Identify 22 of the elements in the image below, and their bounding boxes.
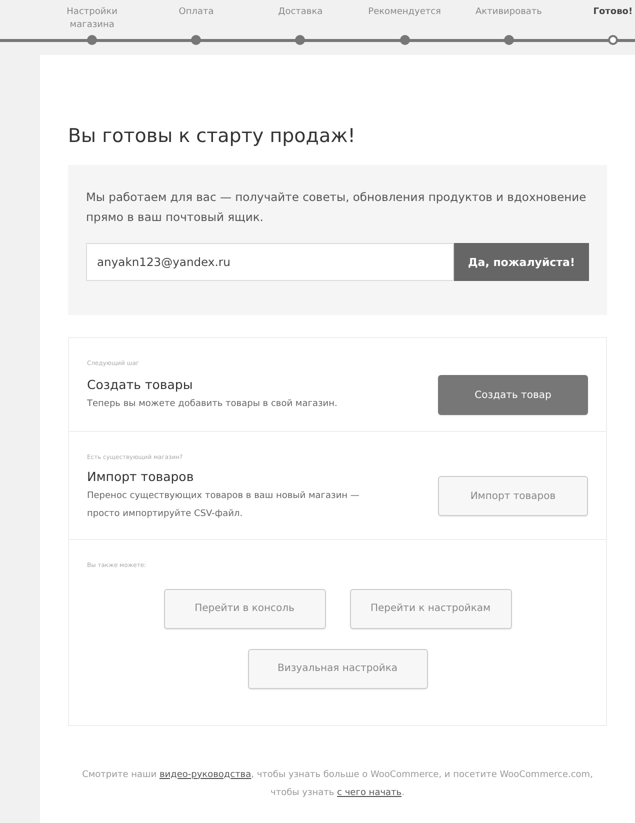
subscribe-button[interactable]: Да, пожалуйста! bbox=[454, 243, 589, 282]
step-title: Создать товары bbox=[87, 377, 194, 392]
step-label: Настройки магазина bbox=[66, 6, 118, 32]
newsletter-text: Мы работаем для вас — получайте советы, обновления продуктов и вдохновение прямо в ваш почтовый ящик. bbox=[86, 189, 588, 226]
step-label: Рекомендуется bbox=[367, 6, 442, 19]
link-button[interactable]: Визуальная настройка bbox=[248, 648, 428, 689]
step-label: Доставка bbox=[277, 6, 324, 19]
link-button[interactable]: Перейти к настройкам bbox=[350, 588, 512, 629]
action-button[interactable]: Создать товар bbox=[438, 375, 588, 416]
action-button[interactable]: Импорт товаров bbox=[438, 476, 588, 516]
link-button[interactable]: Перейти в консоль bbox=[164, 588, 326, 629]
footer-link[interactable]: видео-руководства bbox=[159, 770, 252, 780]
step-title: Импорт товаров bbox=[87, 469, 195, 484]
footer-link[interactable]: с чего начать bbox=[337, 788, 402, 798]
footer-text: Смотрите наши видео-руководства, чтобы узнать больше о WooCommerce, и посетите WooCommerce.com, чтобы узнать с чего начать. bbox=[81, 768, 594, 800]
step-label: Готово! bbox=[592, 6, 634, 19]
step-description: Перенос существующих товаров в ваш новый магазин — просто импортируйте CSV-файл. bbox=[87, 490, 360, 521]
step-label: Активировать bbox=[474, 6, 543, 19]
step-description: Теперь вы можете добавить товары в свой магазин. bbox=[87, 398, 338, 412]
email-field[interactable]: anyakn123@yandex.ru bbox=[86, 243, 454, 282]
page-title: Вы готовы к старту продаж! bbox=[68, 125, 356, 148]
step-label: Оплата bbox=[178, 6, 215, 19]
